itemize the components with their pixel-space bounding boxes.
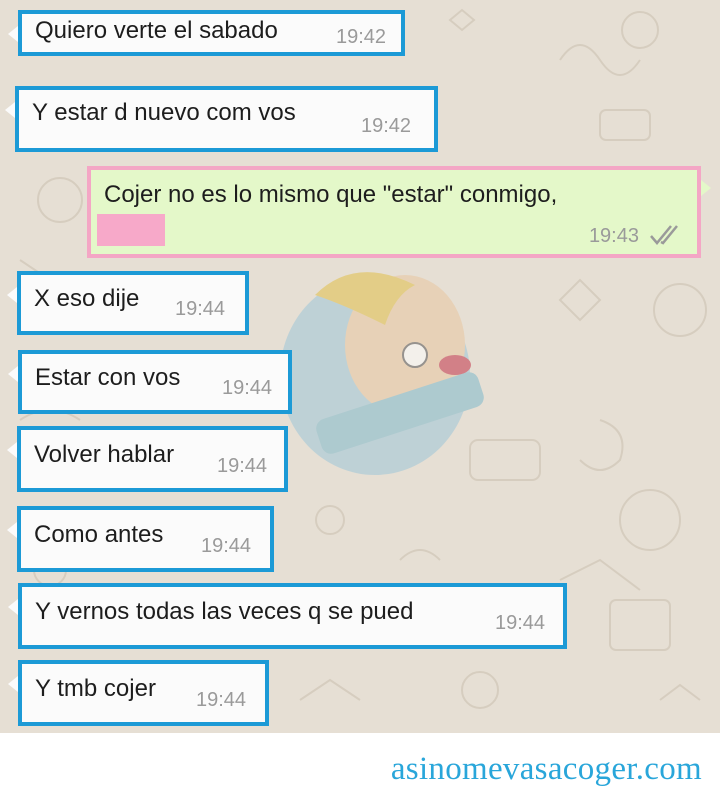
message-time: 19:43 <box>588 225 639 247</box>
bubble-tail <box>5 102 15 118</box>
bubble-tail <box>7 442 17 458</box>
message-text: Y tmb cojer <box>35 675 156 702</box>
message-incoming[interactable]: Como antes 19:44 <box>7 506 274 572</box>
message-incoming[interactable]: Estar con vos 19:44 <box>8 350 292 414</box>
double-check-icon <box>650 225 678 245</box>
bubble-tail <box>7 522 17 538</box>
bubble-tail <box>7 287 17 303</box>
message-incoming[interactable]: Y estar d nuevo com vos 19:42 <box>5 86 438 152</box>
message-time: 19:44 <box>222 377 273 399</box>
bubble-tail <box>8 676 18 692</box>
message-outgoing[interactable]: Cojer no es lo mismo que "estar" conmigo… <box>87 166 711 258</box>
message-time: 19:42 <box>336 26 387 48</box>
bubble-tail <box>8 599 18 615</box>
bubble-tail <box>8 366 18 382</box>
watermark-illustration <box>280 272 484 475</box>
bubble-tail <box>701 180 711 196</box>
message-text: Y estar d nuevo com vos <box>32 99 296 126</box>
footer-bar: asinomevasacoger.com <box>0 733 720 800</box>
message-incoming[interactable]: Y vernos todas las veces q se pued 19:44 <box>8 583 567 649</box>
message-time: 19:44 <box>217 455 268 477</box>
message-time: 19:44 <box>201 535 252 557</box>
message-text: Y vernos todas las veces q se pued <box>35 598 414 625</box>
chat-area[interactable]: Quiero verte el sabado 19:42 Y estar d n… <box>0 0 720 733</box>
message-text: Cojer no es lo mismo que "estar" conmigo… <box>104 181 558 208</box>
message-time: 19:42 <box>361 115 412 137</box>
message-text: Como antes <box>34 521 164 548</box>
bubble-tail <box>8 26 18 42</box>
message-text: X eso dije <box>34 285 140 312</box>
message-incoming[interactable]: Y tmb cojer 19:44 <box>8 660 269 726</box>
message-text: Quiero verte el sabado <box>35 17 278 44</box>
message-time: 19:44 <box>196 689 247 711</box>
message-time: 19:44 <box>175 298 226 320</box>
message-text: Estar con vos <box>35 364 181 391</box>
message-incoming[interactable]: Volver hablar 19:44 <box>7 426 288 492</box>
message-incoming[interactable]: Quiero verte el sabado 19:42 <box>8 10 405 56</box>
message-incoming[interactable]: X eso dije 19:44 <box>7 271 249 335</box>
message-text: Volver hablar <box>34 441 175 468</box>
site-watermark: asinomevasacoger.com <box>390 751 702 787</box>
message-time: 19:44 <box>495 612 546 634</box>
redaction-block <box>97 214 165 246</box>
